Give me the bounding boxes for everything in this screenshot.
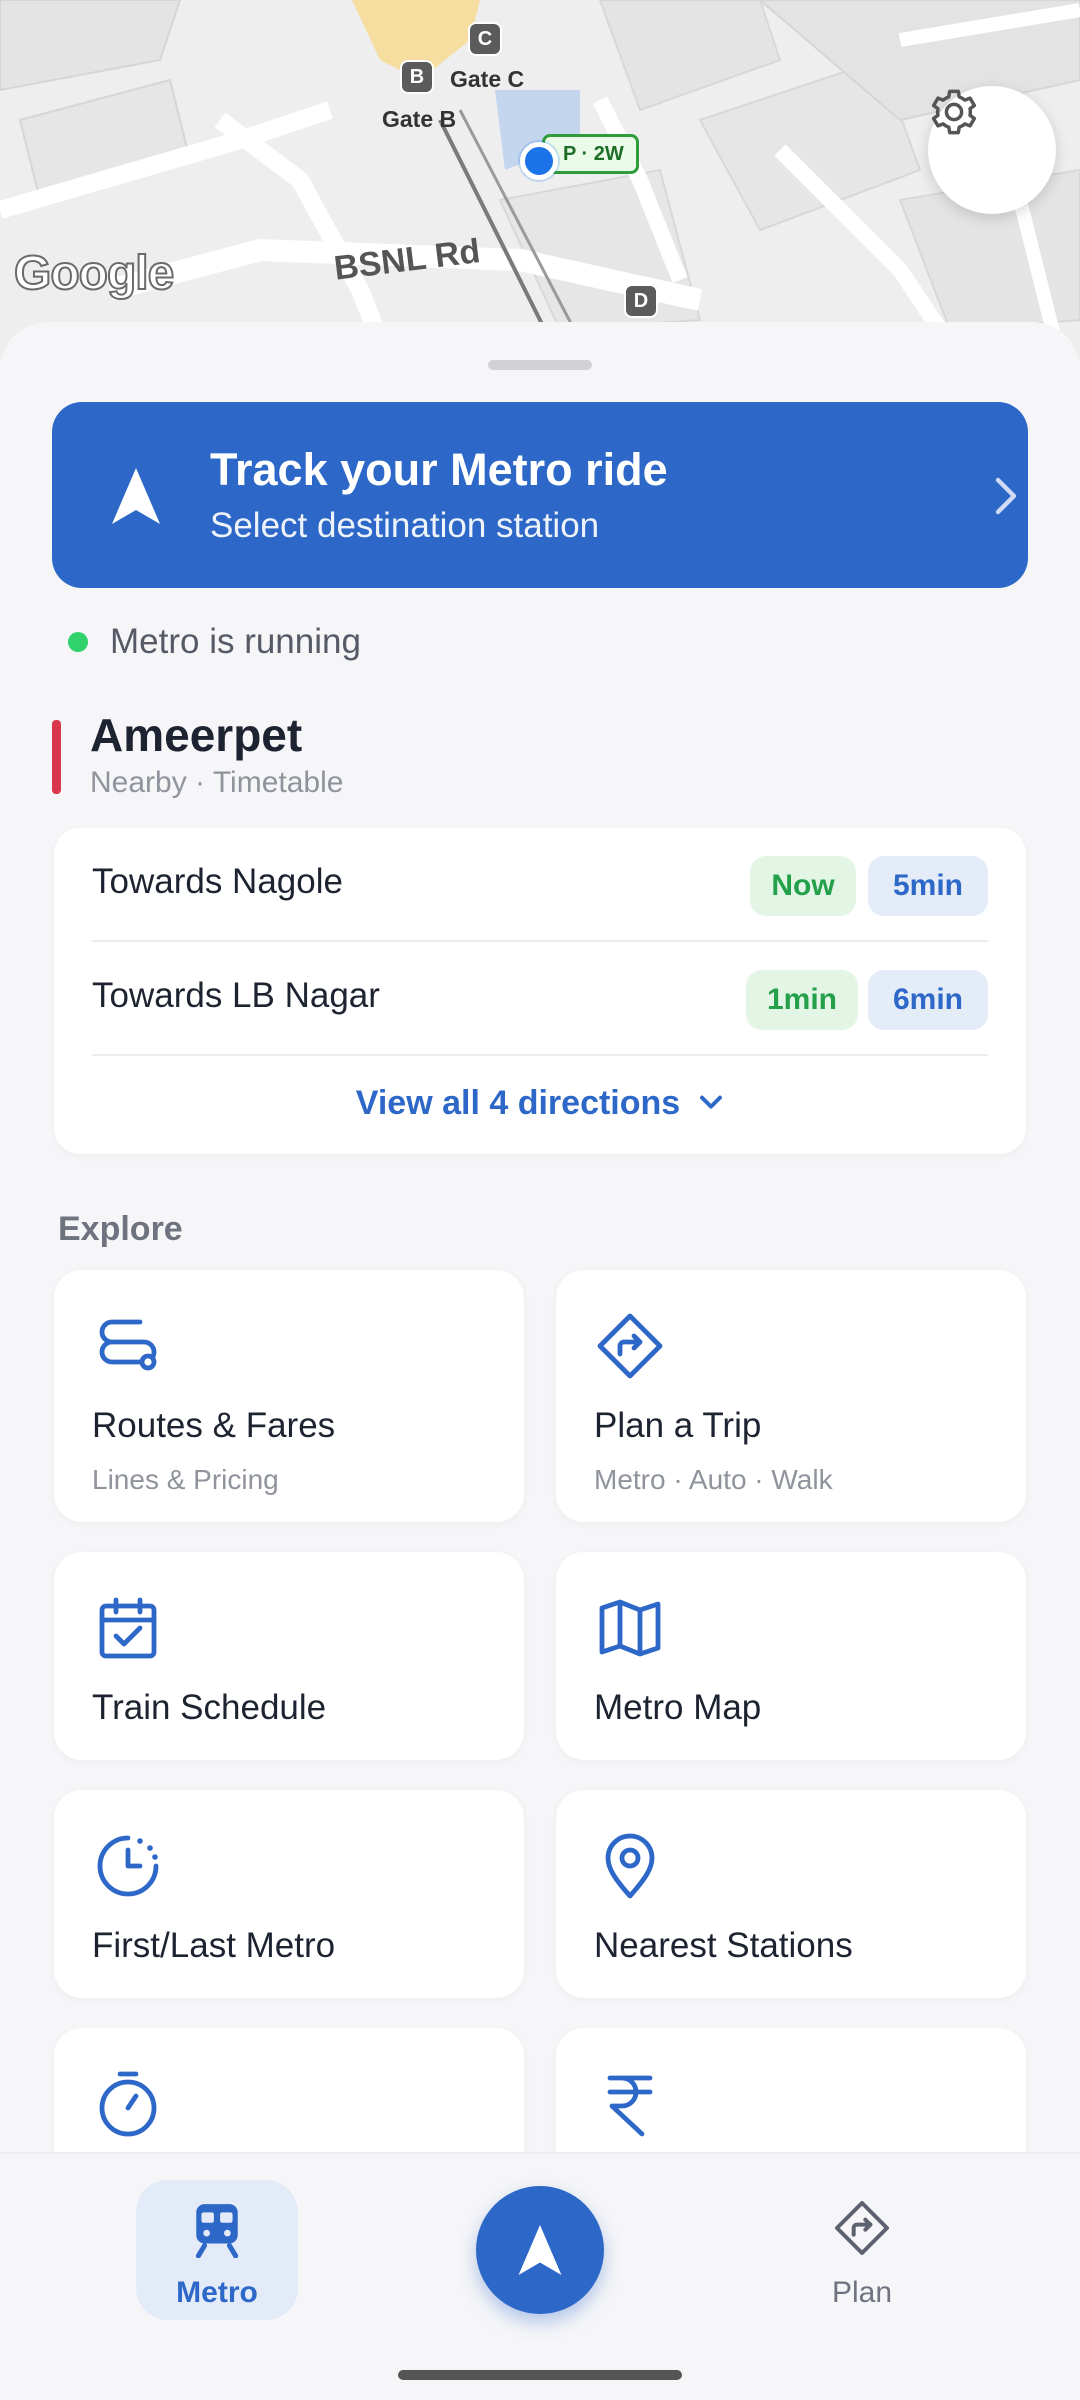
tile-title: Routes & Fares bbox=[92, 1406, 336, 1445]
tile-first-last-metro[interactable]: First/Last Metro bbox=[54, 1790, 524, 1998]
navigation-arrow-icon bbox=[112, 468, 160, 524]
bottom-sheet: Track your Metro ride Select destination… bbox=[0, 322, 1080, 2152]
station-name[interactable]: Ameerpet bbox=[90, 708, 302, 762]
home-indicator[interactable] bbox=[398, 2370, 682, 2380]
location-pin-icon bbox=[605, 1833, 655, 1899]
map-settings-button[interactable] bbox=[928, 86, 1056, 214]
tile-stopwatch[interactable] bbox=[54, 2028, 524, 2152]
arrival-chip: 6min bbox=[868, 970, 988, 1030]
navigation-arrow-icon bbox=[518, 2225, 562, 2275]
tile-title: Train Schedule bbox=[92, 1688, 327, 1727]
tile-title: Plan a Trip bbox=[594, 1406, 762, 1445]
sheet-drag-handle[interactable] bbox=[488, 360, 592, 370]
tile-plan-trip[interactable]: Plan a Trip Metro · Auto · Walk bbox=[556, 1270, 1026, 1522]
nav-metro-tab[interactable]: Metro bbox=[136, 2180, 298, 2320]
track-ride-subtitle: Select destination station bbox=[210, 506, 600, 545]
train-icon bbox=[195, 2204, 239, 2258]
tile-metro-map[interactable]: Metro Map bbox=[556, 1552, 1026, 1760]
view-all-directions-button[interactable]: View all 4 directions bbox=[54, 1068, 1026, 1138]
arrival-chip: Now bbox=[750, 856, 856, 916]
user-location-dot bbox=[520, 142, 558, 180]
station-subtitle: Nearby · Timetable bbox=[90, 766, 344, 799]
tile-title: Nearest Stations bbox=[594, 1926, 853, 1965]
map-icon bbox=[599, 1599, 661, 1657]
nav-plan-tab[interactable]: Plan bbox=[780, 2198, 944, 2318]
tile-title: First/Last Metro bbox=[92, 1926, 336, 1965]
google-logo: Google bbox=[13, 246, 175, 301]
status-dot bbox=[68, 632, 88, 652]
gate-d-badge[interactable]: D bbox=[624, 284, 658, 318]
chevron-right-icon bbox=[995, 477, 1017, 515]
directions-diamond-icon bbox=[597, 1313, 663, 1379]
tile-train-schedule[interactable]: Train Schedule bbox=[54, 1552, 524, 1760]
direction-name: Towards Nagole bbox=[92, 862, 343, 901]
status-text: Metro is running bbox=[110, 622, 361, 661]
gate-b-label: Gate B bbox=[382, 106, 457, 132]
row-divider bbox=[92, 1054, 988, 1056]
nav-metro-label: Metro bbox=[176, 2276, 258, 2309]
stopwatch-icon bbox=[99, 2071, 157, 2137]
calendar-check-icon bbox=[99, 1597, 157, 1659]
gate-b-badge[interactable]: B bbox=[400, 60, 434, 94]
tile-fare[interactable] bbox=[556, 2028, 1026, 2152]
track-ride-title: Track your Metro ride bbox=[210, 444, 668, 495]
tile-title: Metro Map bbox=[594, 1688, 762, 1727]
station-accent-bar bbox=[52, 720, 61, 794]
directions-card: Towards Nagole Now 5min Towards LB Nagar… bbox=[54, 828, 1026, 1154]
gate-c-badge[interactable]: C bbox=[468, 22, 502, 56]
tile-routes-fares[interactable]: Routes & Fares Lines & Pricing bbox=[54, 1270, 524, 1522]
view-all-label: View all 4 directions bbox=[355, 1083, 681, 1122]
explore-heading: Explore bbox=[58, 1210, 183, 1248]
tile-subtitle: Lines & Pricing bbox=[92, 1464, 279, 1495]
map-view[interactable]: C Gate C B Gate B D P · 2W BSNL Rd Googl… bbox=[0, 0, 1080, 360]
track-ride-banner[interactable]: Track your Metro ride Select destination… bbox=[52, 402, 1028, 588]
route-icon bbox=[99, 1319, 157, 1371]
clock-icon bbox=[97, 1835, 159, 1897]
map-background bbox=[0, 0, 1080, 360]
directions-diamond-icon bbox=[835, 2201, 889, 2255]
nav-track-fab[interactable] bbox=[476, 2186, 604, 2314]
tile-nearest-stations[interactable]: Nearest Stations bbox=[556, 1790, 1026, 1998]
rupee-icon bbox=[607, 2075, 653, 2137]
arrival-chip: 1min bbox=[746, 970, 858, 1030]
arrival-chip: 5min bbox=[868, 856, 988, 916]
bottom-navigation: Metro Plan bbox=[0, 2152, 1080, 2400]
direction-row[interactable]: Towards LB Nagar 1min 6min bbox=[54, 942, 1026, 1054]
direction-name: Towards LB Nagar bbox=[92, 976, 380, 1015]
direction-row[interactable]: Towards Nagole Now 5min bbox=[54, 828, 1026, 940]
nav-plan-label: Plan bbox=[831, 2276, 893, 2309]
tile-subtitle: Metro · Auto · Walk bbox=[594, 1464, 833, 1495]
metro-status: Metro is running bbox=[68, 622, 361, 662]
gate-c-label: Gate C bbox=[450, 66, 525, 92]
gear-icon bbox=[931, 89, 977, 135]
chevron-down-icon bbox=[700, 1095, 723, 1109]
